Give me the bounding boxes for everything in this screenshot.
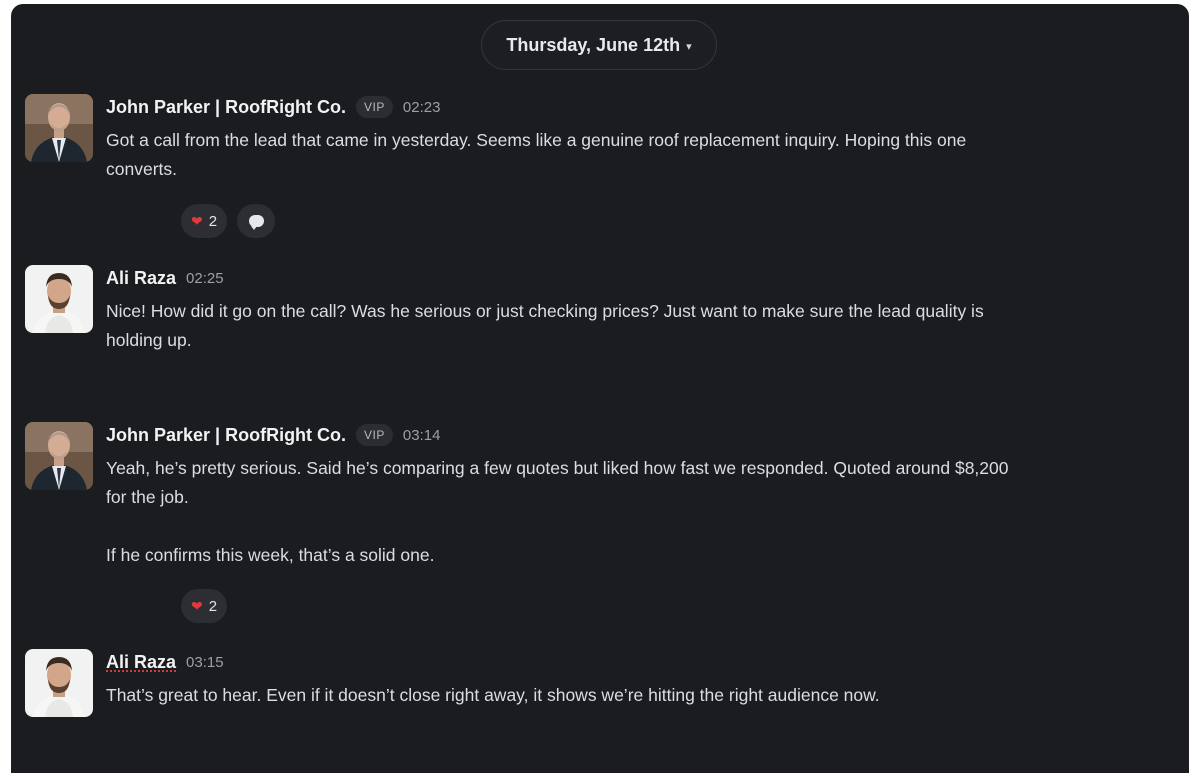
heart-icon: ❤ — [191, 212, 203, 229]
date-divider-label: Thursday, June 12th — [506, 34, 681, 55]
message-text: Nice! How did it go on the call? Was he … — [106, 301, 984, 350]
heart-icon: ❤ — [191, 597, 203, 614]
message-text: Got a call from the lead that came in ye… — [106, 130, 967, 179]
author-name[interactable]: John Parker | RoofRight Co. — [106, 97, 346, 118]
message-timestamp[interactable]: 03:15 — [186, 654, 224, 671]
avatar-ali-raza[interactable] — [25, 265, 93, 333]
message-item: John Parker | RoofRight Co. VIP 03:14 Ye… — [25, 422, 1155, 632]
reaction-heart-button[interactable]: ❤ 2 — [181, 589, 228, 623]
chevron-down-icon: ▾ — [686, 40, 692, 53]
reaction-count: 2 — [208, 212, 218, 230]
avatar-ali-raza[interactable] — [25, 649, 93, 717]
reply-thread-button[interactable] — [237, 204, 276, 238]
author-name[interactable]: Ali Raza — [106, 652, 176, 673]
author-name[interactable]: John Parker | RoofRight Co. — [106, 425, 346, 446]
vip-badge: VIP — [356, 96, 393, 118]
avatar-john-parker[interactable] — [25, 94, 93, 162]
message-item: Ali Raza 03:15 That’s great to hear. Eve… — [25, 649, 1155, 729]
message-text: Yeah, he’s pretty serious. Said he’s com… — [106, 458, 1009, 565]
message-timestamp[interactable]: 03:14 — [403, 427, 441, 444]
message-timestamp[interactable]: 02:25 — [186, 270, 224, 287]
message-text: That’s great to hear. Even if it doesn’t… — [106, 685, 880, 705]
reaction-bar: ❤ 2 — [181, 204, 276, 238]
avatar-john-parker[interactable] — [25, 422, 93, 490]
reaction-bar: ❤ 2 — [181, 589, 228, 623]
chat-panel: Thursday, June 12th ▾ John Parker | Roof… — [11, 4, 1189, 773]
message-timestamp[interactable]: 02:23 — [403, 99, 441, 116]
comment-icon — [248, 215, 264, 230]
author-name[interactable]: Ali Raza — [106, 268, 176, 289]
date-divider-button[interactable]: Thursday, June 12th ▾ — [481, 20, 717, 70]
reaction-count: 2 — [208, 597, 218, 615]
reaction-heart-button[interactable]: ❤ 2 — [181, 204, 228, 238]
message-item: Ali Raza 02:25 Nice! How did it go on th… — [25, 265, 1155, 375]
vip-badge: VIP — [356, 424, 393, 446]
message-item: John Parker | RoofRight Co. VIP 02:23 Go… — [25, 94, 1155, 244]
